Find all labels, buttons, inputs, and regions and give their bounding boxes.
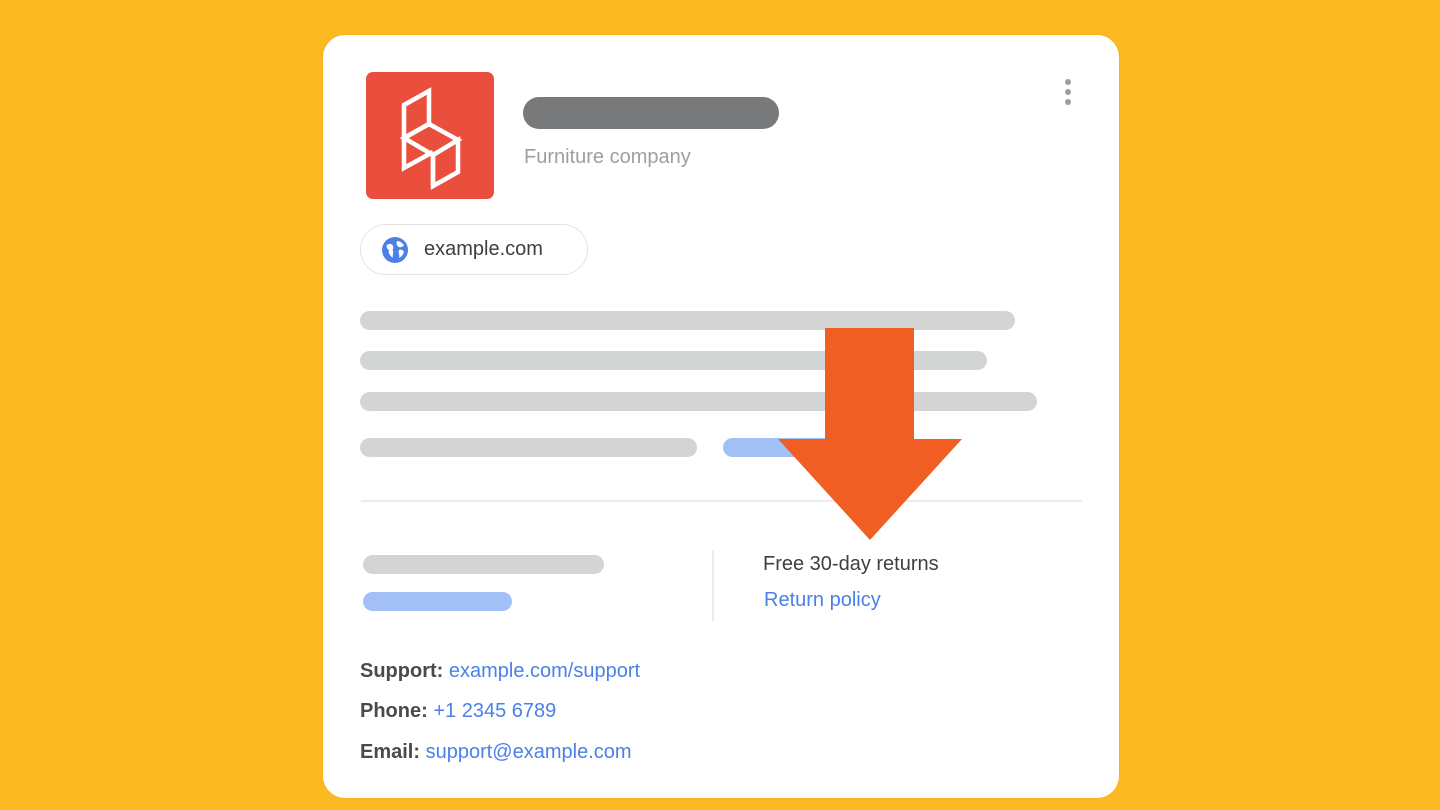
chair-icon	[399, 87, 463, 190]
column-divider	[712, 550, 714, 621]
business-category: Furniture company	[524, 146, 691, 168]
website-link[interactable]: example.com	[424, 238, 543, 261]
business-name-placeholder	[523, 97, 779, 129]
return-policy-link[interactable]: Return policy	[764, 589, 881, 612]
email-link[interactable]: support@example.com	[426, 741, 632, 763]
contact-email: Email: support@example.com	[360, 741, 632, 764]
contact-phone: Phone: +1 2345 6789	[360, 700, 556, 723]
contact-support: Support: example.com/support	[360, 660, 640, 683]
section-divider	[361, 500, 1082, 502]
contact-label: Phone:	[360, 700, 428, 722]
business-profile-card: Furniture company example.com Free 30-da…	[323, 35, 1119, 798]
phone-link[interactable]: +1 2345 6789	[433, 700, 556, 722]
contact-label: Email:	[360, 741, 421, 763]
info-link-placeholder[interactable]	[363, 592, 512, 611]
returns-title: Free 30-day returns	[763, 553, 939, 575]
globe-icon	[382, 236, 408, 263]
description-line-4	[360, 438, 697, 457]
more-vert-icon[interactable]	[1060, 79, 1076, 105]
arrow-down-icon	[778, 328, 962, 540]
contact-label: Support:	[360, 660, 444, 682]
website-chip[interactable]: example.com	[360, 224, 588, 275]
support-link[interactable]: example.com/support	[449, 660, 640, 682]
info-line-placeholder	[363, 555, 604, 574]
business-logo	[366, 72, 494, 199]
